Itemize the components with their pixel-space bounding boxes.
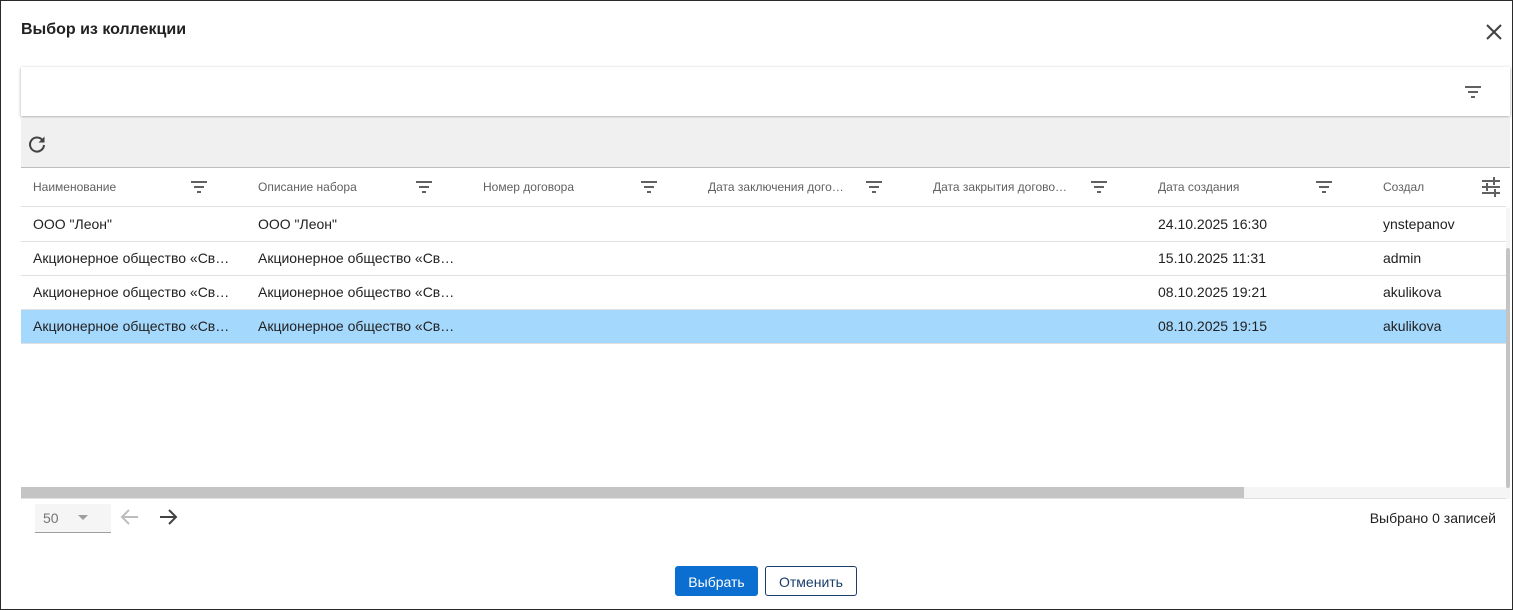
column-header-label: Наименование xyxy=(33,180,117,194)
arrow-right-icon[interactable] xyxy=(157,507,179,527)
filter-icon[interactable] xyxy=(416,180,432,194)
table-cell-name: Акционерное общество «Св… xyxy=(33,250,230,266)
page-size-value: 50 xyxy=(43,510,59,526)
table-cell-description: Акционерное общество «Св… xyxy=(258,284,455,300)
table-cell-close-date xyxy=(933,242,1133,275)
filter-icon[interactable] xyxy=(191,180,207,194)
dialog-title: Выбор из коллекции xyxy=(21,21,187,38)
selected-count-text: Выбрано 0 записей xyxy=(1369,510,1496,526)
table-row[interactable]: Акционерное общество «Св… Акционерное общ… xyxy=(21,242,1506,276)
column-header-label: Номер договора xyxy=(483,180,574,194)
table-cell-name: Акционерное общество «Св… xyxy=(33,318,230,334)
tune-icon[interactable] xyxy=(1481,177,1501,197)
select-button[interactable]: Выбрать xyxy=(675,566,758,596)
page-size-select[interactable]: 50 xyxy=(35,504,111,533)
chevron-down-icon xyxy=(78,515,88,520)
column-header-name[interactable]: Наименование xyxy=(21,168,246,206)
table-cell-contract-date xyxy=(708,242,908,275)
table-cell-close-date xyxy=(933,276,1133,309)
grid-toolbar xyxy=(21,118,1510,168)
column-header-label: Создал xyxy=(1383,180,1425,194)
table-cell-contract-date xyxy=(708,276,908,309)
table-cell-contract-no xyxy=(483,208,683,241)
cancel-button[interactable]: Отменить xyxy=(765,566,857,596)
table-cell-author: ynstepanov xyxy=(1383,216,1455,232)
data-grid: Наименование Описание набора Номер догов… xyxy=(21,168,1506,499)
filter-icon[interactable] xyxy=(641,180,657,194)
table-cell-name: ООО "Леон" xyxy=(33,216,112,232)
filter-icon[interactable] xyxy=(866,180,882,194)
table-cell-close-date xyxy=(933,310,1133,343)
table-cell-close-date xyxy=(933,208,1133,241)
table-cell-created: 08.10.2025 19:15 xyxy=(1158,318,1267,334)
table-cell-contract-date xyxy=(708,310,908,343)
table-cell-contract-no xyxy=(483,310,683,343)
column-header-label: Дата закрытия догово… xyxy=(933,180,1068,194)
close-icon[interactable] xyxy=(1483,21,1505,43)
filter-icon[interactable] xyxy=(1464,85,1482,99)
vertical-scrollbar[interactable] xyxy=(1506,208,1510,499)
table-cell-description: Акционерное общество «Св… xyxy=(258,318,455,334)
horizontal-scrollbar[interactable] xyxy=(21,487,1506,499)
search-bar[interactable] xyxy=(21,67,1510,116)
column-header-created[interactable]: Дата создания xyxy=(1146,168,1371,206)
vertical-scrollbar-thumb[interactable] xyxy=(1506,248,1510,488)
column-header-close-date[interactable]: Дата закрытия догово… xyxy=(921,168,1146,206)
table-cell-created: 15.10.2025 11:31 xyxy=(1158,250,1266,266)
collection-dialog: Выбор из коллекции Наименование Описание… xyxy=(0,0,1513,610)
column-header-label: Дата заключения дого… xyxy=(708,180,844,194)
grid-header: Наименование Описание набора Номер догов… xyxy=(21,168,1506,207)
horizontal-scrollbar-thumb[interactable] xyxy=(21,487,1244,498)
filter-icon[interactable] xyxy=(1091,180,1107,194)
table-cell-author: akulikova xyxy=(1383,284,1442,300)
table-cell-contract-no xyxy=(483,242,683,275)
table-cell-created: 08.10.2025 19:21 xyxy=(1158,284,1267,300)
column-header-author[interactable]: Создал xyxy=(1371,168,1481,206)
column-header-label: Описание набора xyxy=(258,180,357,194)
table-cell-name: Акционерное общество «Св… xyxy=(33,284,230,300)
filter-icon[interactable] xyxy=(1316,180,1332,194)
table-cell-description: ООО "Леон" xyxy=(258,216,337,232)
column-header-contract-date[interactable]: Дата заключения дого… xyxy=(696,168,921,206)
table-row[interactable]: Акционерное общество «Св… Акционерное общ… xyxy=(21,310,1506,344)
column-header-label: Дата создания xyxy=(1158,180,1240,194)
refresh-icon[interactable] xyxy=(27,135,47,155)
table-cell-author: akulikova xyxy=(1383,318,1442,334)
table-cell-created: 24.10.2025 16:30 xyxy=(1158,216,1267,232)
column-header-contract-number[interactable]: Номер договора xyxy=(471,168,696,206)
arrow-left-icon[interactable] xyxy=(119,507,141,527)
column-header-description[interactable]: Описание набора xyxy=(246,168,471,206)
table-cell-description: Акционерное общество «Св… xyxy=(258,250,455,266)
table-cell-contract-date xyxy=(708,208,908,241)
table-row[interactable]: ООО "Леон" ООО "Леон" 24.10.2025 16:30 ynst… xyxy=(21,208,1506,242)
table-cell-contract-no xyxy=(483,276,683,309)
table-row[interactable]: Акционерное общество «Св… Акционерное общ… xyxy=(21,276,1506,310)
table-cell-author: admin xyxy=(1383,250,1422,266)
